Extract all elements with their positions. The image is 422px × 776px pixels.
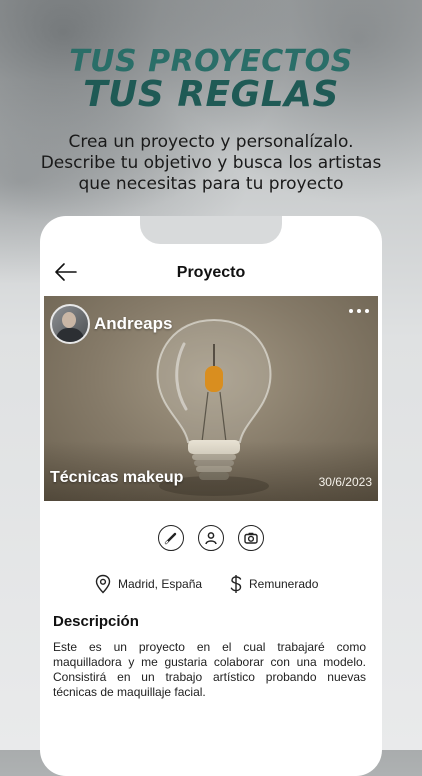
phone-notch <box>140 216 282 244</box>
more-options-icon[interactable] <box>348 306 370 316</box>
description-heading: Descripción <box>53 613 139 630</box>
avatar-face <box>62 312 76 328</box>
project-payment: Remunerado <box>229 574 318 594</box>
location-pin-icon <box>95 574 111 594</box>
category-model[interactable] <box>198 525 224 551</box>
promo-subtitle: Crea un proyecto y personalízalo. Descri… <box>20 132 402 195</box>
author-name[interactable]: Andreaps <box>94 314 172 334</box>
subtitle-line: que necesitas para tu proyecto <box>78 174 344 194</box>
dollar-icon <box>230 575 242 593</box>
category-photography[interactable] <box>238 525 264 551</box>
avatar-body <box>56 328 84 342</box>
project-card[interactable]: Andreaps Técnicas makeup 30/6/2023 <box>44 296 378 501</box>
author-avatar[interactable] <box>50 304 90 344</box>
location-text: Madrid, España <box>118 577 203 591</box>
category-icons <box>40 525 382 551</box>
camera-icon <box>244 532 258 544</box>
person-icon <box>205 532 217 545</box>
phone-screen: Proyecto Andreaps Técnicas makeup 30/6/2… <box>40 216 382 776</box>
screen-title: Proyecto <box>176 264 246 281</box>
category-makeup[interactable] <box>158 525 184 551</box>
project-title: Técnicas makeup <box>50 469 184 486</box>
description-text: Este es un proyecto en el cual trabajaré… <box>53 640 366 699</box>
subtitle-line: Describe tu objetivo y busca los artista… <box>40 153 382 173</box>
subtitle-line: Crea un proyecto y personalízalo. <box>68 132 354 152</box>
project-date: 30/6/2023 <box>318 475 372 489</box>
brush-icon <box>164 532 177 545</box>
project-location: Madrid, España <box>94 574 202 594</box>
payment-text: Remunerado <box>249 577 319 591</box>
headline-line2: TUS REGLAS <box>83 74 339 115</box>
